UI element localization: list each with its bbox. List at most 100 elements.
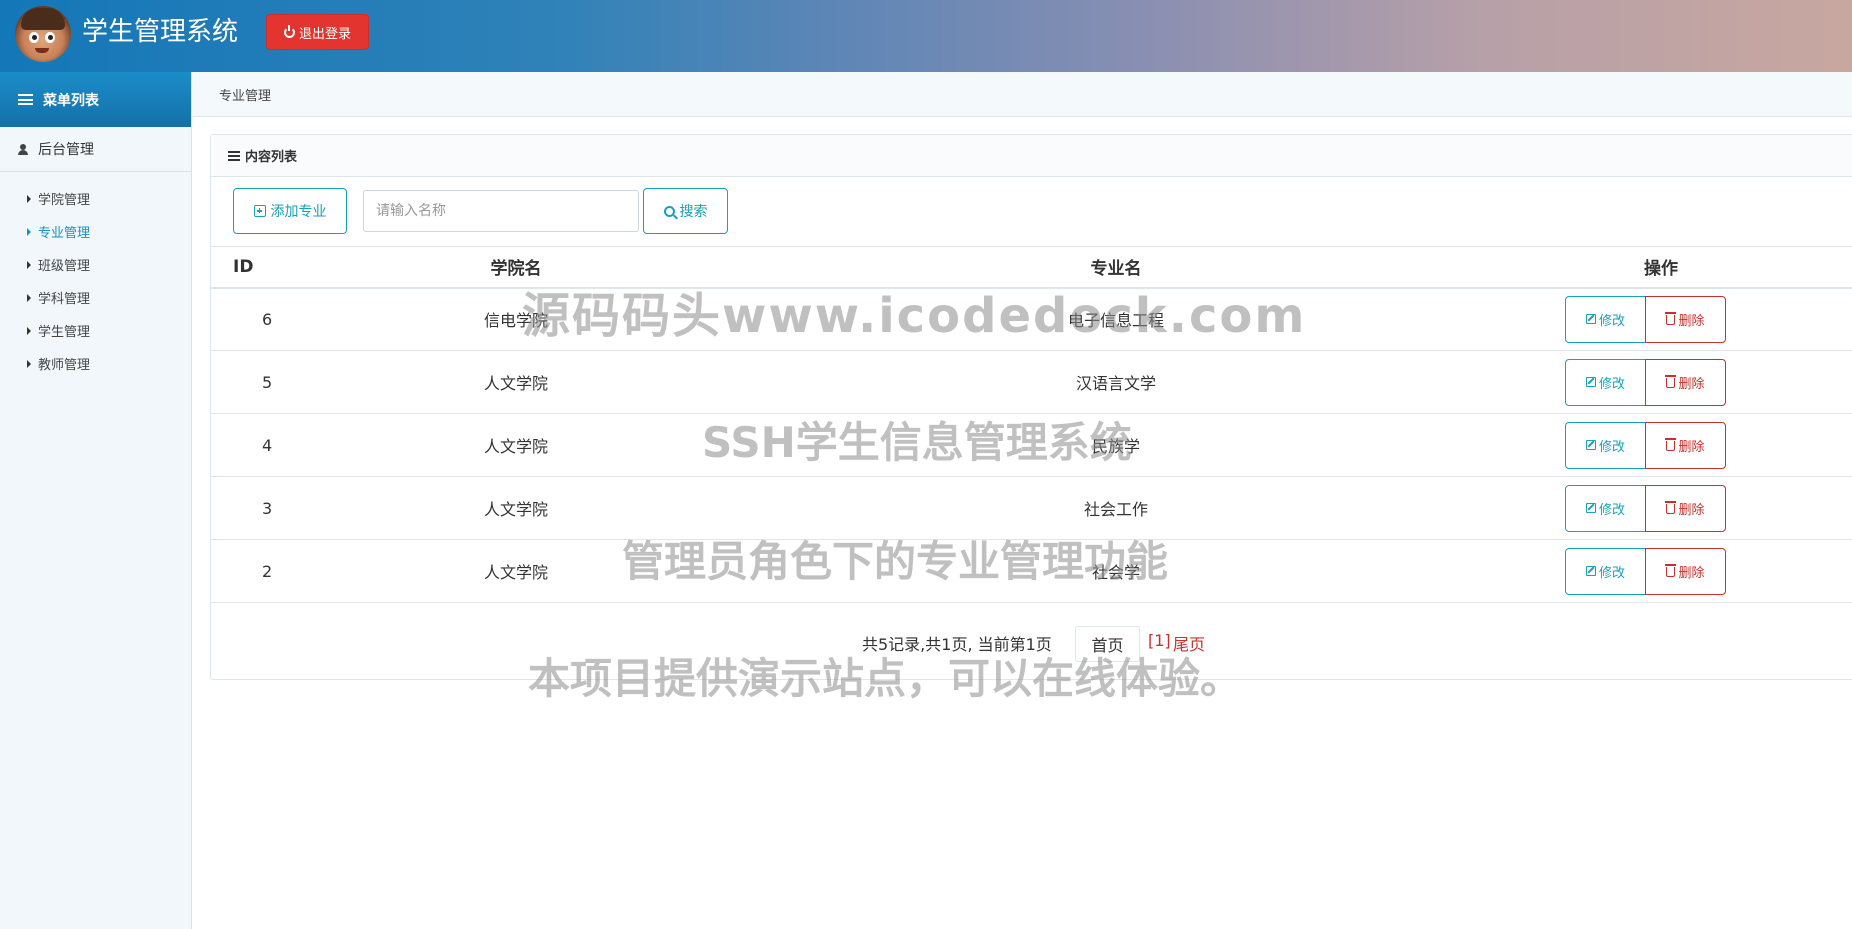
delete-button[interactable]: 删除: [1645, 421, 1726, 469]
plus-square-icon: [253, 205, 266, 217]
sidebar-item-label: 教师管理: [38, 358, 91, 373]
trash-icon: [1665, 375, 1677, 388]
bars-icon: [18, 94, 33, 105]
column-header-major: 专业名: [701, 246, 1531, 289]
sidebar-item-major[interactable]: 专业管理: [0, 215, 191, 248]
column-header-id: ID: [211, 246, 331, 289]
first-page-button[interactable]: 首页: [1075, 626, 1140, 662]
trash-icon: [1665, 438, 1677, 451]
sidebar-item-label: 学科管理: [38, 292, 91, 307]
content-panel: 内容列表 添加专业 搜索 ID 学院名 专业名 操作 6 信电学院 电子信息工程: [210, 134, 1852, 680]
sidebar-nav: 学院管理 专业管理 班级管理 学科管理 学生管理 教师管理: [0, 172, 191, 380]
delete-label: 删除: [1678, 313, 1705, 329]
table-row: 2 人文学院 社会学 修改 删除: [211, 539, 1852, 603]
cell-major: 电子信息工程: [701, 287, 1531, 351]
table-row: 4 人文学院 民族学 修改 删除: [211, 413, 1852, 477]
search-button[interactable]: 搜索: [643, 188, 728, 234]
logout-label: 退出登录: [298, 26, 351, 42]
cell-major: 社会工作: [701, 476, 1531, 540]
pagination: 共5记录,共1页, 当前第1页 首页 [1] 尾页: [211, 621, 1852, 665]
group-title: 后台管理: [38, 142, 94, 158]
menu-header: 菜单列表: [0, 72, 191, 127]
cell-major: 社会学: [701, 539, 1531, 603]
power-icon: [283, 24, 295, 38]
sidebar-group-admin[interactable]: 后台管理: [0, 127, 191, 172]
delete-label: 删除: [1678, 439, 1705, 455]
add-major-label: 添加专业: [270, 204, 327, 220]
sidebar-item-label: 班级管理: [38, 259, 91, 274]
cell-id: 4: [211, 413, 331, 477]
table-row: 3 人文学院 社会工作 修改 删除: [211, 476, 1852, 540]
edit-button[interactable]: 修改: [1565, 547, 1646, 595]
sidebar-item-label: 学院管理: [38, 193, 91, 208]
delete-button[interactable]: 删除: [1645, 358, 1726, 406]
cell-college: 信电学院: [331, 287, 701, 351]
edit-button[interactable]: 修改: [1565, 484, 1646, 532]
logout-button[interactable]: 退出登录: [266, 14, 369, 50]
search-icon: [663, 205, 675, 217]
cell-actions: 修改 删除: [1531, 413, 1852, 477]
column-header-college: 学院名: [331, 246, 701, 289]
delete-button[interactable]: 删除: [1645, 295, 1726, 343]
trash-icon: [1665, 312, 1677, 326]
app-title: 学生管理系统: [82, 17, 239, 47]
caret-right-icon: [27, 359, 31, 368]
panel-header: 内容列表: [211, 135, 1852, 177]
cell-college: 人文学院: [331, 539, 701, 603]
edit-label: 修改: [1598, 565, 1625, 581]
pagination-info: 共5记录,共1页, 当前第1页: [862, 635, 1052, 654]
delete-label: 删除: [1678, 376, 1705, 392]
sidebar-item-teacher[interactable]: 教师管理: [0, 347, 191, 380]
add-major-button[interactable]: 添加专业: [233, 188, 347, 234]
cell-actions: 修改 删除: [1531, 287, 1852, 351]
table-row: 6 信电学院 电子信息工程 修改 删除: [211, 287, 1852, 351]
cell-college: 人文学院: [331, 350, 701, 414]
menu-title: 菜单列表: [43, 92, 99, 109]
cell-id: 3: [211, 476, 331, 540]
search-input[interactable]: [363, 190, 639, 232]
major-table: ID 学院名 专业名 操作 6 信电学院 电子信息工程 修改 删除 5 人文学院…: [211, 246, 1852, 603]
caret-right-icon: [27, 227, 31, 236]
cell-actions: 修改 删除: [1531, 476, 1852, 540]
cell-actions: 修改 删除: [1531, 350, 1852, 414]
current-page[interactable]: [1]: [1148, 631, 1171, 650]
list-icon: [228, 150, 240, 161]
edit-icon: [1585, 566, 1596, 576]
edit-icon: [1585, 314, 1596, 325]
edit-label: 修改: [1598, 439, 1625, 455]
sidebar-item-label: 专业管理: [38, 226, 91, 241]
sidebar-item-college[interactable]: 学院管理: [0, 182, 191, 215]
sidebar-item-class[interactable]: 班级管理: [0, 248, 191, 281]
trash-icon: [1665, 501, 1677, 514]
table-row: 5 人文学院 汉语言文学 修改 删除: [211, 350, 1852, 414]
trash-icon: [1665, 564, 1677, 577]
panel-title: 内容列表: [245, 150, 298, 165]
edit-button[interactable]: 修改: [1565, 295, 1646, 343]
toolbar: 添加专业 搜索: [233, 188, 728, 234]
delete-button[interactable]: 删除: [1645, 484, 1726, 532]
delete-button[interactable]: 删除: [1645, 547, 1726, 595]
caret-right-icon: [27, 194, 31, 203]
edit-icon: [1585, 440, 1596, 450]
delete-label: 删除: [1678, 565, 1705, 581]
sidebar-item-subject[interactable]: 学科管理: [0, 281, 191, 314]
edit-label: 修改: [1598, 376, 1625, 392]
edit-label: 修改: [1598, 502, 1625, 518]
cell-id: 2: [211, 539, 331, 603]
caret-right-icon: [27, 326, 31, 335]
edit-button[interactable]: 修改: [1565, 358, 1646, 406]
search-label: 搜索: [679, 204, 708, 220]
cell-college: 人文学院: [331, 413, 701, 477]
sidebar-item-student[interactable]: 学生管理: [0, 314, 191, 347]
sidebar-item-label: 学生管理: [38, 325, 91, 340]
cell-id: 5: [211, 350, 331, 414]
cell-id: 6: [211, 287, 331, 351]
sidebar: 菜单列表 后台管理 学院管理 专业管理 班级管理 学科管理 学生管理 教师管理: [0, 72, 192, 929]
cell-major: 汉语言文学: [701, 350, 1531, 414]
edit-button[interactable]: 修改: [1565, 421, 1646, 469]
caret-right-icon: [27, 260, 31, 269]
column-header-actions: 操作: [1531, 246, 1852, 289]
cell-college: 人文学院: [331, 476, 701, 540]
last-page-link[interactable]: 尾页: [1173, 631, 1205, 655]
top-header: 学生管理系统 退出登录: [0, 0, 1852, 72]
